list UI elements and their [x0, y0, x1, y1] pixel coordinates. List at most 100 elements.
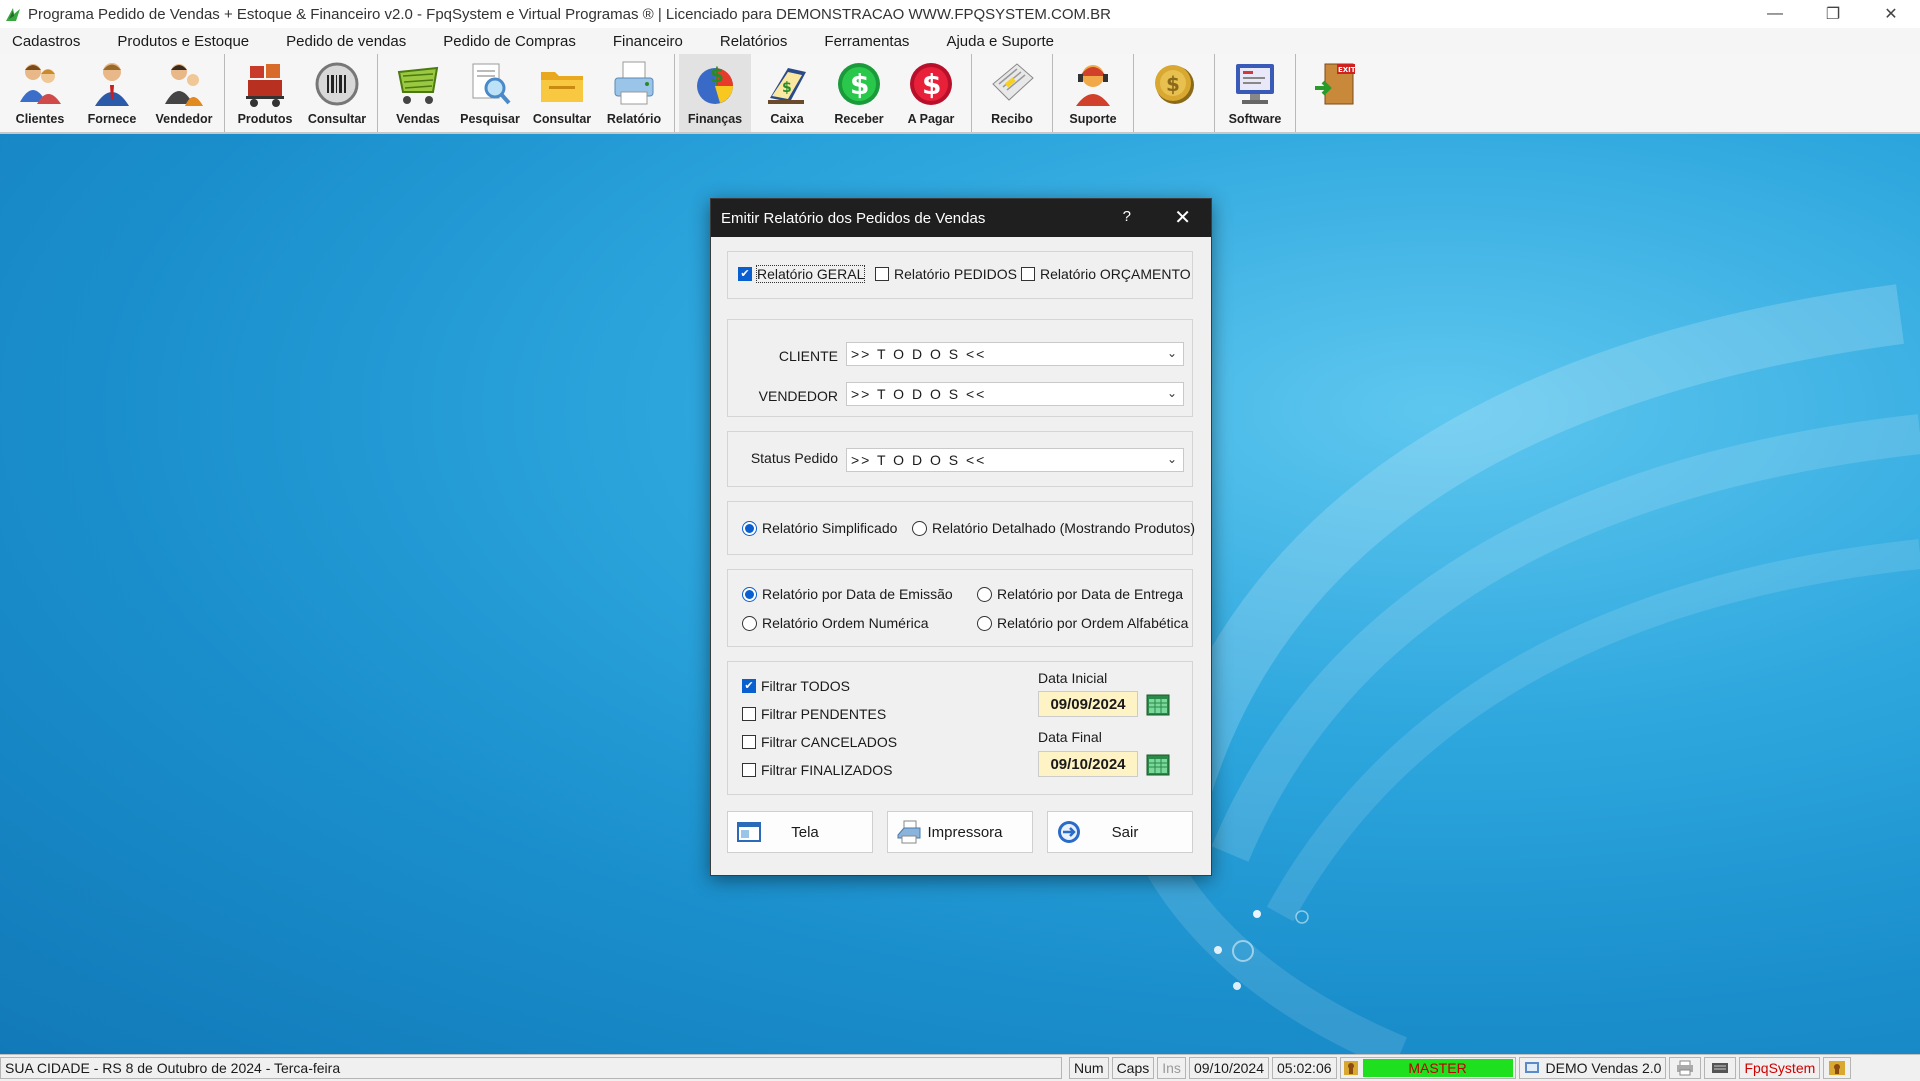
toolbar-consultar-vendas-button[interactable]: Consultar [526, 54, 598, 132]
relatorio-geral-checkbox[interactable]: Relatório GERAL [738, 265, 866, 283]
menu-financeiro[interactable]: Financeiro [601, 33, 697, 50]
toolbar-vendas-button[interactable]: Vendas [382, 54, 454, 132]
data-final-input[interactable]: 09/10/2024 [1038, 751, 1138, 777]
relatorio-orcamento-checkbox[interactable]: Relatório ORÇAMENTO [1021, 266, 1191, 282]
toolbar-label: Consultar [307, 112, 367, 126]
cliente-label: CLIENTE [778, 348, 838, 364]
status-city-date: SUA CIDADE - RS 8 de Outubro de 2024 - T… [0, 1057, 1062, 1079]
checkbox-box [742, 679, 756, 693]
toolbar-recibo-button[interactable]: Recibo [976, 54, 1048, 132]
shopping-cart-icon [397, 66, 439, 104]
radio-dot [977, 615, 992, 631]
status-settings[interactable] [1823, 1057, 1852, 1079]
status-caps: Caps [1111, 1057, 1155, 1079]
status-select-value: >> T O D O S << [851, 452, 987, 468]
menu-relatorios[interactable]: Relatórios [708, 33, 802, 50]
data-inicial-input[interactable]: 09/09/2024 [1038, 691, 1138, 717]
toolbar-label: Caixa [770, 112, 804, 126]
toolbar-fornece-button[interactable]: Fornece [76, 54, 148, 132]
toolbar-clientes-button[interactable]: Clientes [4, 54, 76, 132]
exit-sign-label: EXIT [1338, 66, 1356, 74]
relatorio-detalhado-radio[interactable]: Relatório Detalhado (Mostrando Produtos) [912, 520, 1195, 536]
toolbar-label: Consultar [532, 112, 592, 126]
status-num: Num [1069, 1057, 1109, 1079]
toolbar-vendedor-button[interactable]: Vendedor [148, 54, 220, 132]
checkbox-label: Relatório ORÇAMENTO [1040, 266, 1191, 282]
filtrar-pendentes-checkbox[interactable]: Filtrar PENDENTES [742, 706, 886, 722]
calendar-icon[interactable] [1146, 752, 1170, 776]
menu-cadastros[interactable]: Cadastros [0, 33, 94, 50]
radio-label: Relatório por Data de Emissão [762, 586, 953, 602]
ordem-entrega-radio[interactable]: Relatório por Data de Entrega [977, 586, 1183, 602]
toolbar-coin-button[interactable]: $ [1138, 54, 1210, 132]
radio-dot [977, 586, 992, 602]
screen-window-icon [737, 822, 761, 842]
checkbox-label: Filtrar FINALIZADOS [761, 762, 893, 778]
impressora-button[interactable]: Impressora [887, 811, 1033, 853]
relatorio-simplificado-radio[interactable]: Relatório Simplificado [742, 520, 897, 536]
menu-pedido-compras[interactable]: Pedido de Compras [431, 33, 590, 50]
checkbox-box [742, 707, 756, 721]
toolbar-relatorio-button[interactable]: Relatório [598, 54, 670, 132]
toolbar-group-recibo: Recibo [972, 54, 1053, 132]
ordem-numerica-radio[interactable]: Relatório Ordem Numérica [742, 615, 929, 631]
toolbar-suporte-button[interactable]: Suporte [1057, 54, 1129, 132]
ordem-emissao-radio[interactable]: Relatório por Data de Emissão [742, 586, 953, 602]
cash-book-icon: $ [768, 68, 806, 104]
toolbar-produtos-button[interactable]: Produtos [229, 54, 301, 132]
menu-ajuda-suporte[interactable]: Ajuda e Suporte [934, 33, 1068, 50]
toolbar-software-button[interactable]: Software [1219, 54, 1291, 132]
filtrar-cancelados-checkbox[interactable]: Filtrar CANCELADOS [742, 734, 897, 750]
exit-arrow-icon [1058, 821, 1080, 843]
vendedor-select-value: >> T O D O S << [851, 386, 987, 402]
toolbar-group-suporte: Suporte [1053, 54, 1134, 132]
radio-label: Relatório por Data de Entrega [997, 586, 1183, 602]
svg-text:$: $ [850, 68, 869, 101]
svg-text:$: $ [710, 63, 724, 87]
filtrar-finalizados-checkbox[interactable]: Filtrar FINALIZADOS [742, 762, 892, 778]
status-printer[interactable] [1669, 1057, 1702, 1079]
svg-text:$: $ [1166, 72, 1180, 96]
status-pedido-select[interactable]: >> T O D O S << ⌄ [846, 448, 1184, 472]
sair-button[interactable]: Sair [1047, 811, 1193, 853]
calendar-icon[interactable] [1146, 692, 1170, 716]
toolbar-group-cadastros: Clientes Fornece Vendedor [0, 54, 225, 132]
seller-icon [165, 64, 203, 106]
gold-coin-icon: $ [1155, 65, 1194, 104]
vendedor-select[interactable]: >> T O D O S << ⌄ [846, 382, 1184, 406]
checkbox-label: Filtrar PENDENTES [761, 706, 887, 722]
toolbar-receber-button[interactable]: $ Receber [823, 54, 895, 132]
cliente-select[interactable]: >> T O D O S << ⌄ [846, 342, 1184, 366]
status-keyboard[interactable] [1704, 1057, 1737, 1079]
menu-pedido-vendas[interactable]: Pedido de vendas [274, 33, 420, 50]
toolbar-caixa-button[interactable]: $ Caixa [751, 54, 823, 132]
tela-button[interactable]: Tela [727, 811, 873, 853]
toolbar-apagar-button[interactable]: $ A Pagar [895, 54, 967, 132]
products-cart-icon [246, 64, 284, 107]
menu-produtos-estoque[interactable]: Produtos e Estoque [105, 33, 263, 50]
filtrar-todos-checkbox[interactable]: Filtrar TODOS [742, 678, 850, 694]
help-button[interactable]: ? [1123, 208, 1131, 225]
restore-button[interactable]: ❐ [1804, 0, 1862, 28]
status-product: DEMO Vendas 2.0 [1545, 1060, 1662, 1076]
software-monitor-icon [1236, 64, 1274, 104]
status-brand: FpqSystem [1739, 1057, 1821, 1079]
relatorio-pedidos-checkbox[interactable]: Relatório PEDIDOS [875, 266, 1017, 282]
menu-bar: Cadastros Produtos e Estoque Pedido de v… [0, 28, 1920, 54]
checkbox-box [738, 267, 752, 281]
ordem-alfabetica-radio[interactable]: Relatório por Ordem Alfabética [977, 615, 1188, 631]
chevron-down-icon: ⌄ [1166, 452, 1177, 466]
toolbar-exit-button[interactable]: EXIT [1300, 54, 1372, 132]
toolbar-pesquisar-button[interactable]: Pesquisar [454, 54, 526, 132]
dialog-close-button[interactable]: ✕ [1174, 205, 1191, 230]
menu-ferramentas[interactable]: Ferramentas [812, 33, 923, 50]
cliente-vendedor-panel: CLIENTE >> T O D O S << ⌄ VENDEDOR >> T … [727, 319, 1193, 417]
toolbar-label: Suporte [1069, 112, 1117, 126]
report-printer-icon [614, 61, 654, 105]
close-window-button[interactable]: ✕ [1862, 0, 1920, 28]
receipt-icon [992, 63, 1034, 101]
toolbar-financas-button[interactable]: $ Finanças [679, 54, 751, 132]
printer-icon [1677, 1060, 1694, 1076]
toolbar-consultar-produtos-button[interactable]: Consultar [301, 54, 373, 132]
minimize-button[interactable]: — [1746, 0, 1804, 28]
